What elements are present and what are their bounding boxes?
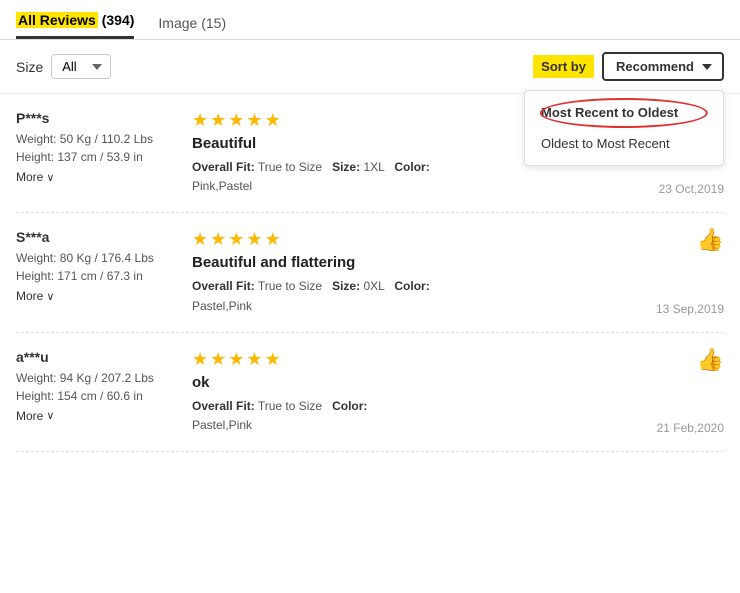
color-label-2: Color: <box>332 399 367 413</box>
tab-all-reviews-count: (394) <box>102 12 135 28</box>
review-meta-1: Overall Fit: True to Size Size: 0XL Colo… <box>192 277 618 315</box>
size-label-0: Size: <box>332 160 360 174</box>
overall-fit-value-0: True to Size <box>258 160 322 174</box>
size-label: Size <box>16 59 43 75</box>
review-meta-2: Overall Fit: True to Size Color: Pastel,… <box>192 397 618 435</box>
star: ★ <box>246 349 262 370</box>
reviewer-height-1: Height: 171 cm / 67.3 in <box>16 267 176 285</box>
reviewer-weight-0: Weight: 50 Kg / 110.2 Lbs <box>16 130 176 148</box>
color-label-0: Color: <box>394 160 429 174</box>
review-content-1: ★ ★ ★ ★ ★ Beautiful and flattering Overa… <box>192 229 618 315</box>
filter-row: Size All XS S M L XL 2XL Sort by Recomme… <box>0 40 740 94</box>
star: ★ <box>246 229 262 250</box>
review-title-1: Beautiful and flattering <box>192 254 618 271</box>
star: ★ <box>228 349 244 370</box>
tab-image[interactable]: Image (15) <box>158 15 226 39</box>
overall-fit-value-1: True to Size <box>258 279 322 293</box>
sort-dropdown-menu: Most Recent to Oldest Oldest to Most Rec… <box>524 90 724 166</box>
star: ★ <box>210 349 226 370</box>
star: ★ <box>228 110 244 131</box>
table-row: S***a Weight: 80 Kg / 176.4 Lbs Height: … <box>16 213 724 332</box>
review-date-0: 23 Oct,2019 <box>659 182 724 196</box>
size-label-1: Size: <box>332 279 360 293</box>
star: ★ <box>192 229 208 250</box>
reviewer-info-0: P***s Weight: 50 Kg / 110.2 Lbs Height: … <box>16 110 176 196</box>
stars-2: ★ ★ ★ ★ ★ <box>192 349 618 370</box>
review-date-2: 21 Feb,2020 <box>657 421 724 435</box>
reviewer-weight-1: Weight: 80 Kg / 176.4 Lbs <box>16 249 176 267</box>
thumbs-up-2[interactable]: 👍 <box>697 349 724 371</box>
tab-image-label: Image (15) <box>158 15 226 31</box>
reviewer-height-0: Height: 137 cm / 53.9 in <box>16 148 176 166</box>
sortby-label: Sort by <box>533 55 594 78</box>
sortby-area: Sort by Recommend <box>533 52 724 81</box>
reviewer-weight-2: Weight: 94 Kg / 207.2 Lbs <box>16 369 176 387</box>
overall-fit-label-2: Overall Fit: <box>192 399 255 413</box>
star: ★ <box>228 229 244 250</box>
reviewer-height-2: Height: 154 cm / 60.6 in <box>16 387 176 405</box>
review-actions-2: 👍 21 Feb,2020 <box>634 349 724 435</box>
thumbs-up-1[interactable]: 👍 <box>697 229 724 251</box>
star: ★ <box>265 110 281 131</box>
size-value-0: 1XL <box>363 160 384 174</box>
table-row: a***u Weight: 94 Kg / 207.2 Lbs Height: … <box>16 333 724 452</box>
reviewer-name-0: P***s <box>16 110 176 126</box>
star: ★ <box>246 110 262 131</box>
overall-fit-value-2: True to Size <box>258 399 322 413</box>
sort-option-oldest[interactable]: Oldest to Most Recent <box>525 128 723 159</box>
star: ★ <box>192 349 208 370</box>
tabs-bar: All Reviews (394) Image (15) <box>0 0 740 40</box>
star: ★ <box>265 229 281 250</box>
overall-fit-label-1: Overall Fit: <box>192 279 255 293</box>
color-value-2: Pastel,Pink <box>192 418 252 432</box>
sort-dropdown-button[interactable]: Recommend <box>602 52 724 81</box>
more-link-2[interactable]: More <box>16 409 54 423</box>
review-title-2: ok <box>192 374 618 391</box>
stars-1: ★ ★ ★ ★ ★ <box>192 229 618 250</box>
star: ★ <box>265 349 281 370</box>
reviewer-name-2: a***u <box>16 349 176 365</box>
star: ★ <box>192 110 208 131</box>
review-content-2: ★ ★ ★ ★ ★ ok Overall Fit: True to Size C… <box>192 349 618 435</box>
color-label-1: Color: <box>394 279 429 293</box>
sort-option-recent[interactable]: Most Recent to Oldest <box>525 97 723 128</box>
star: ★ <box>210 229 226 250</box>
reviewer-info-1: S***a Weight: 80 Kg / 176.4 Lbs Height: … <box>16 229 176 315</box>
tab-all-reviews-label: All Reviews <box>16 12 98 28</box>
tab-all-reviews[interactable]: All Reviews (394) <box>16 12 134 39</box>
size-value-1: 0XL <box>363 279 384 293</box>
overall-fit-label-0: Overall Fit: <box>192 160 255 174</box>
review-actions-1: 👍 13 Sep,2019 <box>634 229 724 315</box>
more-link-1[interactable]: More <box>16 289 54 303</box>
reviewer-name-1: S***a <box>16 229 176 245</box>
color-value-0: Pink,Pastel <box>192 179 252 193</box>
review-date-1: 13 Sep,2019 <box>656 302 724 316</box>
size-select[interactable]: All XS S M L XL 2XL <box>51 54 111 79</box>
more-link-0[interactable]: More <box>16 170 54 184</box>
star: ★ <box>210 110 226 131</box>
reviewer-info-2: a***u Weight: 94 Kg / 207.2 Lbs Height: … <box>16 349 176 435</box>
color-value-1: Pastel,Pink <box>192 299 252 313</box>
